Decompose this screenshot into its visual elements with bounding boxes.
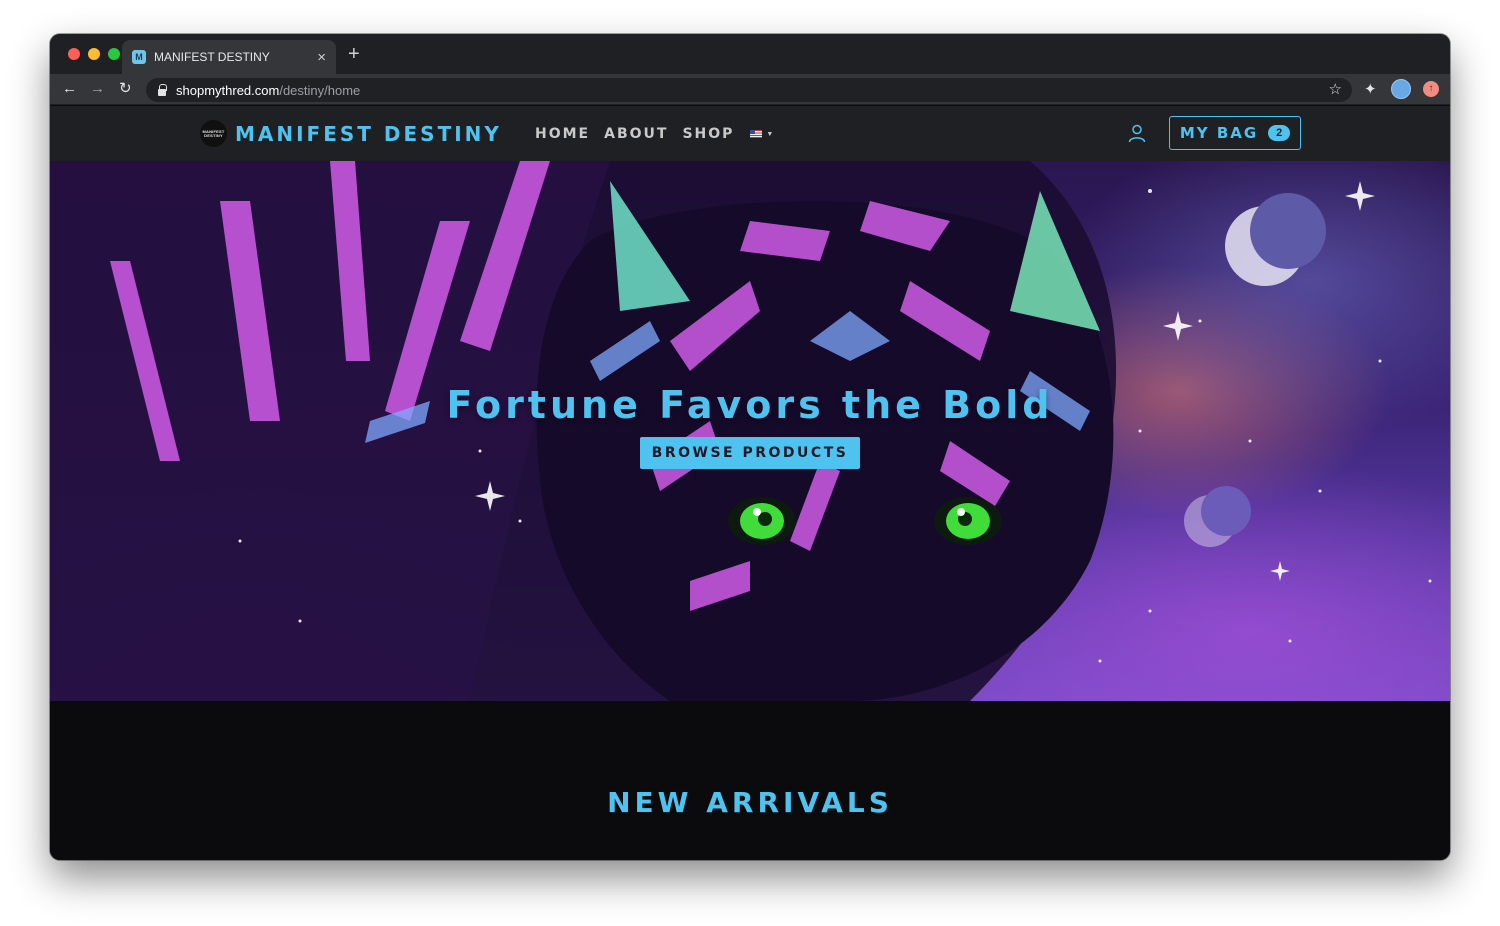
nav-shop[interactable]: SHOP — [682, 126, 734, 142]
site-favicon-icon: M — [132, 50, 146, 64]
new-tab-icon[interactable]: + — [348, 44, 360, 64]
tab-title: MANIFEST DESTINY — [154, 50, 270, 64]
minimize-window-button[interactable] — [88, 48, 100, 60]
forward-arrow-icon[interactable]: → — [90, 80, 105, 98]
profile-avatar[interactable] — [1391, 79, 1411, 99]
main-nav: HOME ABOUT SHOP ▼ — [535, 126, 773, 142]
bag-label: MY BAG — [1179, 124, 1259, 142]
brand-logo[interactable]: MANIFEST DESTINY — [200, 120, 227, 147]
close-window-button[interactable] — [68, 48, 80, 60]
brand-name[interactable]: MANIFEST DESTINY — [235, 122, 502, 146]
reload-icon[interactable]: ↻ — [119, 80, 132, 98]
back-arrow-icon[interactable]: ← — [62, 80, 77, 98]
new-arrivals-section: NEW ARRIVALS — [50, 701, 1450, 860]
chevron-down-icon: ▼ — [766, 130, 774, 138]
maximize-window-button[interactable] — [108, 48, 120, 60]
url-path: /destiny/home — [279, 82, 361, 98]
tiger-illustration — [50, 161, 1432, 701]
bookmark-star-icon[interactable]: ☆ — [1329, 80, 1342, 98]
currency-selector[interactable]: ▼ — [750, 130, 773, 138]
nav-about[interactable]: ABOUT — [604, 126, 668, 142]
tab-close-icon[interactable]: × — [317, 50, 326, 65]
extensions-puzzle-icon[interactable]: ✦ — [1364, 80, 1377, 98]
bag-count-badge: 2 — [1268, 125, 1291, 141]
lock-icon[interactable] — [158, 83, 167, 96]
url-host: shopmythred.com — [176, 82, 280, 98]
browser-tab[interactable]: M MANIFEST DESTINY × — [122, 40, 336, 74]
my-bag-button[interactable]: MY BAG 2 — [1169, 116, 1301, 150]
new-arrivals-heading: NEW ARRIVALS — [607, 786, 893, 819]
hero-banner: Fortune Favors the Bold BROWSE PRODUCTS — [50, 161, 1450, 701]
browser-window: M MANIFEST DESTINY × + ← → ↻ shopmythred… — [50, 34, 1450, 860]
browser-toolbar: ← → ↻ shopmythred.com /destiny/home ☆ ✦ … — [50, 74, 1450, 105]
update-icon[interactable]: ↑ — [1423, 81, 1439, 97]
us-flag-icon — [750, 130, 763, 138]
hero-title: Fortune Favors the Bold — [446, 383, 1054, 427]
browse-products-button[interactable]: BROWSE PRODUCTS — [640, 437, 860, 469]
user-account-icon[interactable] — [1127, 123, 1147, 143]
nav-home[interactable]: HOME — [535, 126, 590, 142]
tab-strip: M MANIFEST DESTINY × + — [50, 34, 1450, 74]
site-header: MANIFEST DESTINY MANIFEST DESTINY HOME A… — [50, 106, 1450, 161]
address-bar[interactable]: shopmythred.com /destiny/home ☆ — [146, 78, 1352, 102]
